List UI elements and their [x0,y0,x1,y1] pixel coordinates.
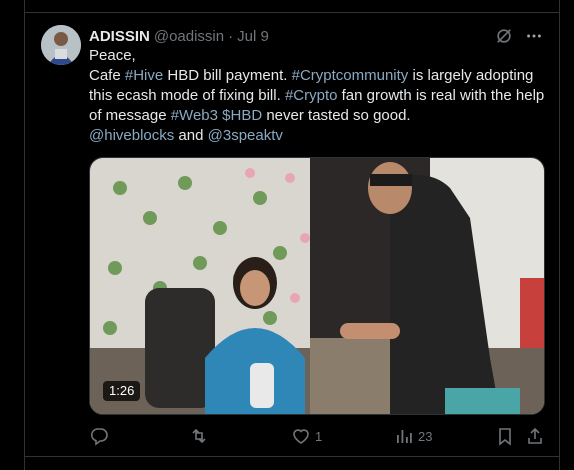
reply-icon [90,428,108,446]
views-icon [397,430,412,443]
video-duration: 1:26 [103,381,141,401]
share-button[interactable] [525,426,545,446]
like-count: 1 [315,428,323,444]
text-span: HBD bill payment. [163,67,292,84]
tweet-line-2: Cafe #Hive HBD bill payment. #Cryptcommu… [89,66,549,126]
retweet-button[interactable] [189,426,209,446]
tweet-text: Peace, Cafe #Hive HBD bill payment. #Cry… [89,46,549,146]
tweet-top-actions [494,26,544,46]
text-span: never tasted so good. [262,107,411,124]
tweet-actions: 1 23 [89,426,547,446]
tweet-header: ADISSIN @oadissin · Jul 9 [89,26,269,46]
tweet-line-3: @hiveblocks and @3speaktv [89,126,549,146]
cashtag-hbd[interactable]: $HBD [222,107,262,124]
mention-3speaktv[interactable]: @3speaktv [208,127,283,144]
hashtag-web3[interactable]: #Web3 [171,107,218,124]
hashtag-hive[interactable]: #Hive [125,67,163,84]
timeline-border-left [24,0,25,470]
reply-button[interactable] [89,426,109,446]
bookmark-button[interactable] [495,426,515,446]
video-thumbnail [90,158,544,414]
retweet-icon [192,428,206,444]
handle[interactable]: @oadissin [154,28,224,45]
tweet-line-1: Peace, [89,47,136,64]
text-span: Cafe [89,67,125,84]
avatar-image [41,25,81,65]
video-player[interactable] [89,157,545,415]
divider-top [24,12,560,13]
grok-icon[interactable] [494,26,514,46]
hashtag-cryptcommunity[interactable]: #Cryptcommunity [292,67,409,84]
hashtag-crypto[interactable]: #Crypto [285,87,338,104]
views-button[interactable]: 23 [394,426,432,446]
display-name[interactable]: ADISSIN [89,28,150,45]
mention-hiveblocks[interactable]: @hiveblocks [89,127,174,144]
more-icon[interactable] [524,26,544,46]
like-button[interactable]: 1 [291,426,322,446]
like-icon [293,429,309,444]
timeline-border-right [559,0,560,470]
bookmark-icon [499,428,511,446]
timestamp[interactable]: Jul 9 [237,28,269,45]
text-span: and [174,127,208,144]
share-icon [528,427,542,444]
view-count: 23 [418,428,433,444]
separator: · [228,27,234,45]
avatar[interactable] [41,25,81,65]
divider-bottom [24,456,560,457]
